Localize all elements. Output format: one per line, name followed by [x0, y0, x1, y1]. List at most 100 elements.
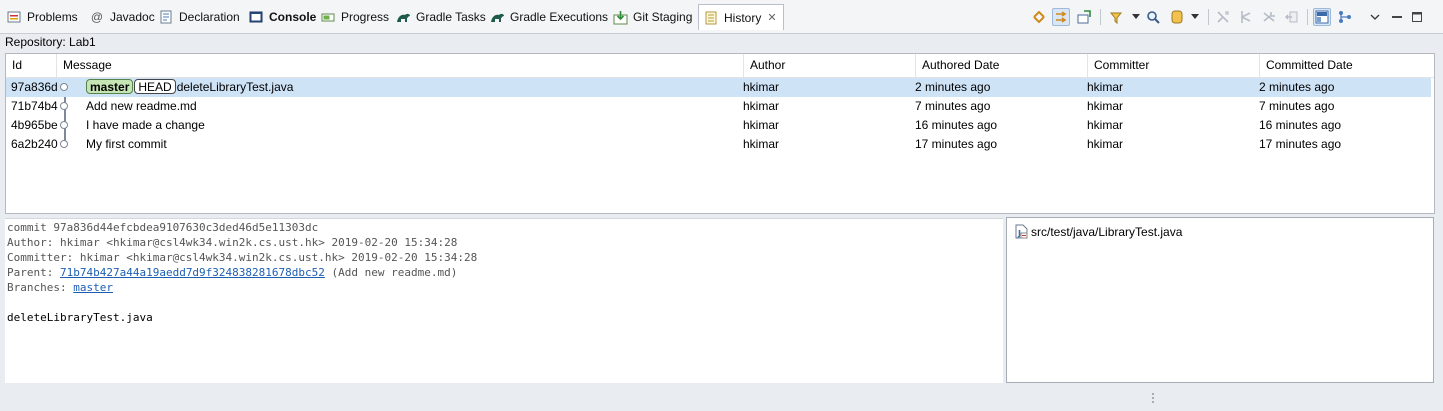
commit-id: 97a836d	[11, 80, 58, 94]
repository-icon[interactable]	[1168, 8, 1186, 26]
chevron-down-icon[interactable]	[1127, 8, 1145, 26]
tab-label: Problems	[27, 10, 78, 24]
reset-icon[interactable]	[1260, 8, 1278, 26]
commit-author: hkimar	[743, 118, 780, 132]
tab-declaration[interactable]: Declaration	[158, 6, 240, 28]
table-row[interactable]: 71b74b4 Add new readme.md hkimar 7 minut…	[6, 97, 1431, 116]
commit-full-message: deleteLibraryTest.java	[7, 311, 153, 324]
commit-authored-date: 17 minutes ago	[915, 137, 998, 151]
search-icon[interactable]	[1144, 8, 1162, 26]
progress-icon	[320, 9, 336, 25]
declaration-icon	[158, 9, 174, 25]
commit-authored-date: 2 minutes ago	[915, 80, 991, 94]
changed-files-pane[interactable]: J src/test/java/LibraryTest.java	[1006, 217, 1434, 383]
maximize-icon[interactable]	[1408, 8, 1426, 26]
tab-label: Progress	[341, 10, 390, 24]
view-tab-bar: Problems @ Javadoc Declaration Console Pr…	[0, 0, 1443, 34]
column-header-committed-date[interactable]: Committed Date	[1260, 54, 1434, 77]
commit-detail-pane[interactable]: commit 97a836d44efcbdea9107630c3ded46d5e…	[5, 218, 1003, 383]
tab-git-staging[interactable]: Git Staging	[612, 6, 692, 28]
column-header-committer[interactable]: Committer	[1088, 54, 1260, 77]
tab-label: Console	[269, 10, 317, 24]
commit-id: 4b965be	[11, 118, 58, 132]
gradle-icon	[489, 9, 505, 25]
layout-icon[interactable]	[1313, 8, 1331, 26]
git-staging-icon	[612, 9, 628, 25]
commit-committed-date: 16 minutes ago	[1259, 118, 1342, 132]
table-row[interactable]: 4b965be I have made a change hkimar 16 m…	[6, 116, 1431, 135]
list-item[interactable]: J src/test/java/LibraryTest.java	[1015, 224, 1182, 239]
filter-icon[interactable]	[1108, 8, 1126, 26]
tab-javadoc[interactable]: @ Javadoc	[89, 6, 155, 28]
tab-history[interactable]: History ✕	[698, 4, 784, 30]
commit-graph-node	[60, 140, 68, 148]
status-bar-grip	[1151, 392, 1155, 406]
commit-message-text: deleteLibraryTest.java	[176, 80, 294, 94]
revert-icon[interactable]	[1283, 8, 1301, 26]
tab-label: Git Staging	[633, 10, 693, 24]
commit-authored-date: 16 minutes ago	[915, 118, 998, 132]
chevron-down-icon[interactable]	[1186, 8, 1204, 26]
console-icon	[248, 9, 264, 25]
commit-graph-node	[60, 121, 68, 129]
parent-commit-link[interactable]: 71b74b427a44a19aedd7d9f324838281678dbc52	[60, 266, 325, 279]
column-header-authored-date[interactable]: Authored Date	[916, 54, 1088, 77]
head-badge[interactable]: HEAD	[134, 79, 176, 95]
toolbar-separator	[1100, 9, 1101, 25]
commit-author: hkimar	[743, 137, 780, 151]
commit-committer: hkimar	[1087, 99, 1124, 113]
tab-progress[interactable]: Progress	[320, 6, 389, 28]
commit-message: I have made a change	[86, 118, 205, 132]
commit-message: My first commit	[86, 137, 167, 151]
close-icon[interactable]: ✕	[767, 11, 776, 24]
cherry-pick-icon[interactable]	[1214, 8, 1232, 26]
toolbar-separator	[1208, 9, 1209, 25]
parent-message: (Add new readme.md)	[324, 266, 458, 279]
show-all-branches-icon[interactable]	[1052, 8, 1070, 26]
commit-graph-node	[60, 83, 68, 91]
tab-gradle-executions[interactable]: Gradle Executions	[489, 6, 608, 28]
compare-mode-icon[interactable]	[1075, 8, 1093, 26]
toolbar-separator	[1307, 9, 1308, 25]
parent-line: Parent: 71b74b427a44a19aedd7d9f324838281…	[7, 266, 457, 279]
tab-console[interactable]: Console	[248, 6, 316, 28]
commit-history-table[interactable]: Id Message Author Authored Date Committe…	[5, 53, 1435, 214]
committer-line: Committer: hkimar <hkimar@csl4wk34.win2k…	[7, 251, 478, 264]
author-line: Author: hkimar <hkimar@csl4wk34.win2k.cs…	[7, 236, 458, 249]
commit-message: master HEAD deleteLibraryTest.java	[86, 78, 293, 97]
tab-label: Declaration	[179, 10, 240, 24]
tab-label: Javadoc	[110, 10, 155, 24]
tab-problems[interactable]: Problems	[6, 6, 78, 28]
branches-label: Branches:	[7, 281, 74, 294]
commit-committer: hkimar	[1087, 118, 1124, 132]
java-file-icon: J	[1015, 224, 1028, 239]
repository-label: Repository: Lab1	[5, 35, 96, 49]
tab-label: Gradle Executions	[510, 10, 609, 24]
minimize-icon[interactable]	[1388, 8, 1406, 26]
column-header-id[interactable]: Id	[6, 54, 57, 77]
view-menu-icon[interactable]	[1366, 8, 1384, 26]
column-header-author[interactable]: Author	[744, 54, 916, 77]
commit-id: 6a2b240	[11, 137, 58, 151]
commit-message: Add new readme.md	[86, 99, 197, 113]
tab-label: Gradle Tasks	[416, 10, 486, 24]
table-row[interactable]: 97a836d master HEAD deleteLibraryTest.java…	[6, 78, 1431, 97]
link-with-selection-icon[interactable]	[1030, 8, 1048, 26]
column-header-message[interactable]: Message	[57, 54, 744, 77]
commit-authored-date: 7 minutes ago	[915, 99, 991, 113]
commit-committer: hkimar	[1087, 80, 1124, 94]
problems-icon	[6, 9, 22, 25]
tab-label: History	[724, 10, 762, 25]
branch-link[interactable]: master	[73, 281, 113, 294]
branches-line: Branches: master	[7, 281, 113, 294]
table-row[interactable]: 6a2b240 My first commit hkimar 17 minute…	[6, 135, 1431, 154]
javadoc-icon: @	[90, 10, 104, 24]
commit-committer: hkimar	[1087, 137, 1124, 151]
tab-gradle-tasks[interactable]: Gradle Tasks	[395, 6, 486, 28]
rebase-icon[interactable]	[1237, 8, 1255, 26]
branch-badge[interactable]: master	[86, 79, 134, 95]
commit-author: hkimar	[743, 80, 780, 94]
branch-graph-icon[interactable]	[1336, 8, 1354, 26]
history-icon	[703, 10, 719, 26]
gradle-icon	[395, 9, 411, 25]
